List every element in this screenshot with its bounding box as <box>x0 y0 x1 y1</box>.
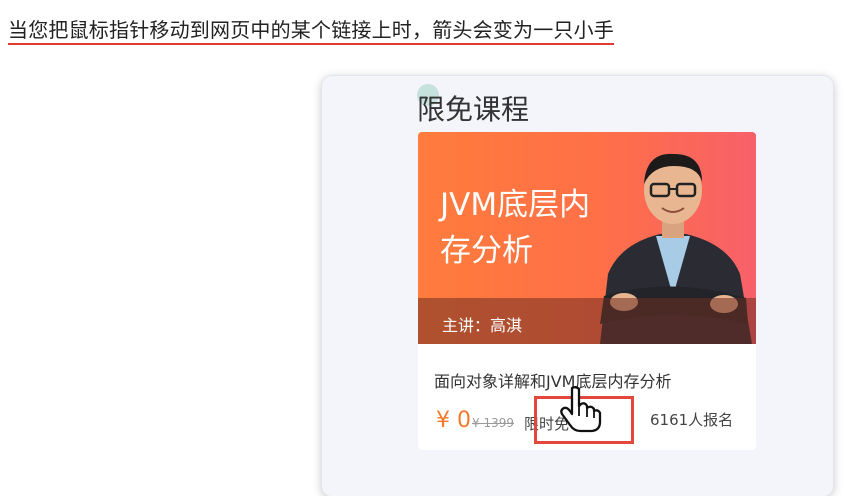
teacher-label: 主讲：高淇 <box>442 316 523 335</box>
course-name-link[interactable]: 面向对象详解和JVM底层内存分析 <box>434 368 671 392</box>
hand-pointer-icon <box>560 386 602 433</box>
course-banner[interactable]: JVM底层内存分析 主讲：高淇 <box>418 132 756 344</box>
banner-title: JVM底层内存分析 <box>440 187 591 269</box>
tutorial-caption: 当您把鼠标指针移动到网页中的某个链接上时，箭头会变为一只小手 <box>8 18 614 42</box>
enroll-count: 6161人报名 <box>650 411 734 429</box>
original-price: ¥ 1399 <box>472 416 514 430</box>
course-price: ¥ 0 <box>436 408 471 433</box>
section-title: 限免课程 <box>417 93 530 126</box>
